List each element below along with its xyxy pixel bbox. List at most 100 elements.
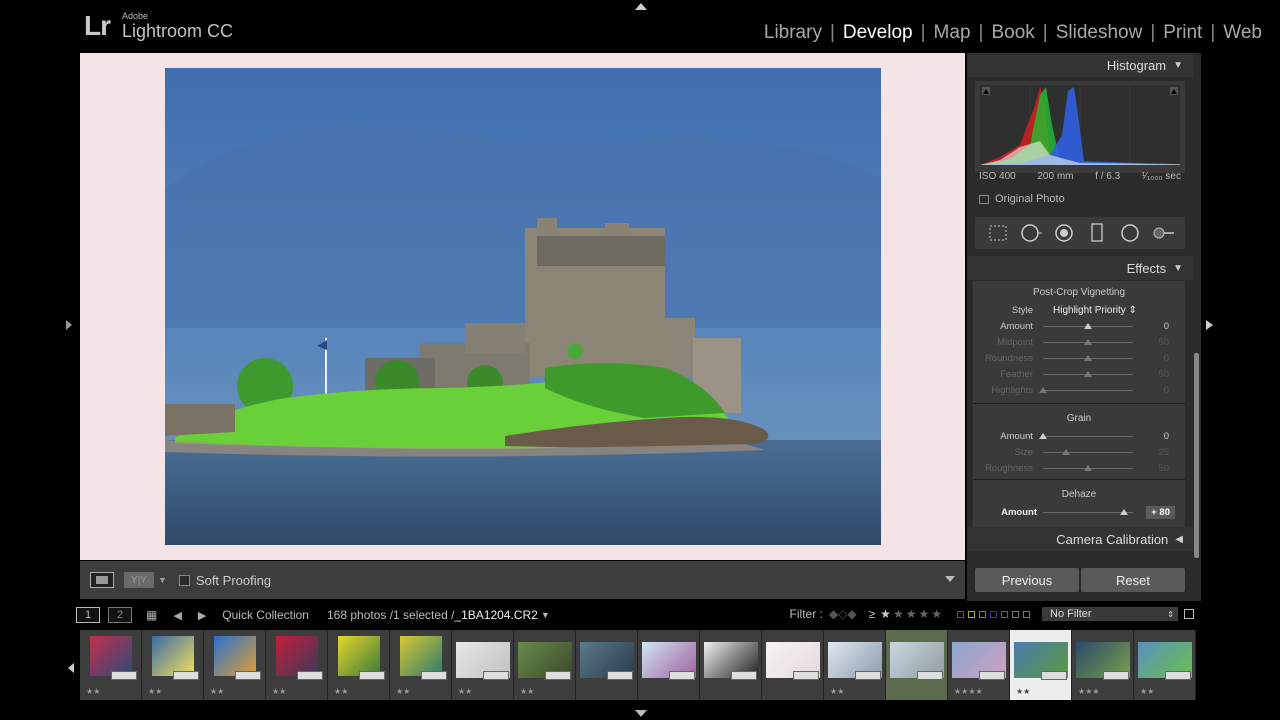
rating-operator[interactable]: ≥ bbox=[869, 607, 876, 621]
back-arrow-icon[interactable]: ◀ bbox=[173, 609, 181, 622]
slider-row-roughness[interactable]: Roughness 50 bbox=[973, 461, 1185, 475]
filmstrip-thumbnail[interactable] bbox=[638, 630, 700, 700]
slider-value[interactable]: 50 bbox=[1158, 337, 1169, 348]
slider-track[interactable] bbox=[1043, 339, 1133, 345]
filmstrip[interactable]: ★★ ★★ ★★ ★★ ★★ ★★ ★★ ★★ ★★ ★★★★ ★★ ★★★ ★★ bbox=[80, 630, 1200, 702]
module-map[interactable]: Map bbox=[926, 22, 979, 44]
slider-row-amount[interactable]: Amount 0 bbox=[973, 429, 1185, 443]
flag-filter-icons[interactable]: ◆◇◆ bbox=[829, 607, 857, 621]
slider-thumb[interactable] bbox=[1084, 355, 1092, 361]
filmstrip-thumbnail[interactable]: ★★ bbox=[390, 630, 452, 700]
module-slideshow[interactable]: Slideshow bbox=[1048, 22, 1151, 44]
selected-filename[interactable]: _1BA1204.CR2 bbox=[454, 608, 537, 622]
dehaze-amount-slider[interactable] bbox=[1043, 509, 1133, 515]
filmstrip-thumbnail[interactable]: ★★ bbox=[824, 630, 886, 700]
original-photo-toggle[interactable]: Original Photo bbox=[979, 193, 1065, 205]
rating-filter-stars[interactable]: ★ ★ ★ ★ ★ bbox=[879, 607, 943, 621]
slider-thumb[interactable] bbox=[1039, 387, 1047, 393]
slider-thumb[interactable] bbox=[1084, 339, 1092, 345]
red-eye-icon[interactable] bbox=[1053, 222, 1075, 244]
filmstrip-thumbnail[interactable] bbox=[700, 630, 762, 700]
filmstrip-thumbnail[interactable]: ★★★★ bbox=[948, 630, 1010, 700]
color-label-filter[interactable] bbox=[955, 610, 1032, 618]
module-book[interactable]: Book bbox=[983, 22, 1042, 44]
slider-value[interactable]: 50 bbox=[1158, 369, 1169, 380]
filmstrip-thumbnail[interactable]: ★★ bbox=[328, 630, 390, 700]
loupe-view-button[interactable] bbox=[90, 572, 114, 588]
effects-header[interactable]: Effects ▼ bbox=[967, 256, 1193, 280]
before-after-view-button[interactable]: Y|Y bbox=[124, 572, 154, 588]
filmstrip-thumbnail[interactable]: ★★ bbox=[142, 630, 204, 700]
slider-thumb[interactable] bbox=[1084, 465, 1092, 471]
slider-value[interactable]: 0 bbox=[1164, 385, 1169, 396]
slider-row-feather[interactable]: Feather 50 bbox=[973, 367, 1185, 381]
soft-proofing-checkbox[interactable] bbox=[178, 574, 190, 586]
previous-button[interactable]: Previous bbox=[975, 568, 1079, 592]
histogram-header[interactable]: Histogram ▼ bbox=[967, 53, 1193, 77]
toolbar-menu-icon[interactable] bbox=[945, 576, 955, 582]
slider-value[interactable]: 0 bbox=[1164, 431, 1169, 442]
collapse-top-panel-icon[interactable] bbox=[635, 3, 647, 10]
module-web[interactable]: Web bbox=[1215, 22, 1270, 44]
dehaze-amount-value[interactable]: + 80 bbox=[1146, 505, 1175, 519]
slider-track[interactable] bbox=[1043, 449, 1133, 455]
slider-row-highlights[interactable]: Highlights 0 bbox=[973, 383, 1185, 397]
slider-thumb[interactable] bbox=[1084, 323, 1092, 329]
slider-track[interactable] bbox=[1039, 387, 1133, 393]
slider-row-size[interactable]: Size 25 bbox=[973, 445, 1185, 459]
camera-calibration-header[interactable]: Camera Calibration ◀ bbox=[967, 527, 1193, 551]
original-photo-checkbox[interactable] bbox=[979, 194, 989, 204]
graduated-filter-icon[interactable] bbox=[1086, 222, 1108, 244]
chevron-down-icon[interactable]: ▼ bbox=[541, 610, 550, 620]
filmstrip-thumbnail[interactable]: ★★ bbox=[266, 630, 328, 700]
slider-thumb[interactable] bbox=[1061, 449, 1070, 455]
filmstrip-toggle-icon[interactable] bbox=[68, 663, 74, 673]
filmstrip-thumbnail[interactable]: ★★ bbox=[452, 630, 514, 700]
slider-row-amount[interactable]: Amount 0 bbox=[973, 319, 1185, 333]
module-print[interactable]: Print bbox=[1155, 22, 1210, 44]
spot-removal-icon[interactable] bbox=[1020, 222, 1042, 244]
filter-preset-dropdown[interactable]: No Filter ⇕ bbox=[1042, 607, 1178, 621]
slider-track[interactable] bbox=[1043, 465, 1133, 471]
slider-value[interactable]: 0 bbox=[1164, 321, 1169, 332]
style-dropdown[interactable]: Highlight Priority ⇕ bbox=[1053, 305, 1137, 316]
filmstrip-thumbnail[interactable] bbox=[762, 630, 824, 700]
crop-tool-icon[interactable] bbox=[987, 222, 1009, 244]
slider-thumb[interactable] bbox=[1039, 433, 1047, 439]
filmstrip-thumbnail[interactable]: ★★ bbox=[1134, 630, 1196, 700]
main-window-button[interactable]: 1 bbox=[76, 607, 100, 623]
slider-track[interactable] bbox=[1039, 433, 1133, 439]
filmstrip-thumbnail[interactable]: ★★ bbox=[80, 630, 142, 700]
module-library[interactable]: Library bbox=[756, 22, 830, 44]
photo-canvas[interactable] bbox=[80, 53, 965, 560]
slider-value[interactable]: 25 bbox=[1158, 447, 1169, 458]
filmstrip-thumbnail[interactable] bbox=[886, 630, 948, 700]
chevron-down-icon[interactable]: ▼ bbox=[158, 575, 167, 585]
left-panel-toggle-icon[interactable] bbox=[66, 320, 72, 330]
filmstrip-thumbnail[interactable]: ★★ bbox=[1010, 630, 1072, 700]
grid-view-icon[interactable]: ▦ bbox=[146, 608, 157, 622]
reset-button[interactable]: Reset bbox=[1081, 568, 1185, 592]
slider-thumb[interactable] bbox=[1120, 509, 1128, 515]
slider-thumb[interactable] bbox=[1084, 371, 1092, 377]
filmstrip-thumbnail[interactable]: ★★★ bbox=[1072, 630, 1134, 700]
secondary-window-button[interactable]: 2 bbox=[108, 607, 132, 623]
filmstrip-thumbnail[interactable]: ★★ bbox=[204, 630, 266, 700]
slider-value[interactable]: 50 bbox=[1158, 463, 1169, 474]
right-panel-scrollbar[interactable] bbox=[1194, 353, 1199, 558]
filmstrip-thumbnail[interactable] bbox=[576, 630, 638, 700]
collapse-bottom-panel-icon[interactable] bbox=[635, 710, 647, 717]
slider-track[interactable] bbox=[1043, 323, 1133, 329]
filter-lock-icon[interactable] bbox=[1184, 609, 1194, 619]
dehaze-amount-row[interactable]: Amount + 80 bbox=[973, 505, 1185, 519]
adjustment-brush-icon[interactable] bbox=[1152, 222, 1174, 244]
slider-row-roundness[interactable]: Roundness 0 bbox=[973, 351, 1185, 365]
slider-track[interactable] bbox=[1043, 355, 1133, 361]
slider-row-midpoint[interactable]: Midpoint 50 bbox=[973, 335, 1185, 349]
slider-track[interactable] bbox=[1043, 371, 1133, 377]
slider-value[interactable]: 0 bbox=[1164, 353, 1169, 364]
module-develop[interactable]: Develop bbox=[835, 22, 921, 44]
histogram[interactable] bbox=[975, 81, 1185, 173]
filmstrip-source[interactable]: Quick Collection bbox=[222, 608, 309, 622]
right-panel-toggle-icon[interactable] bbox=[1206, 320, 1213, 330]
